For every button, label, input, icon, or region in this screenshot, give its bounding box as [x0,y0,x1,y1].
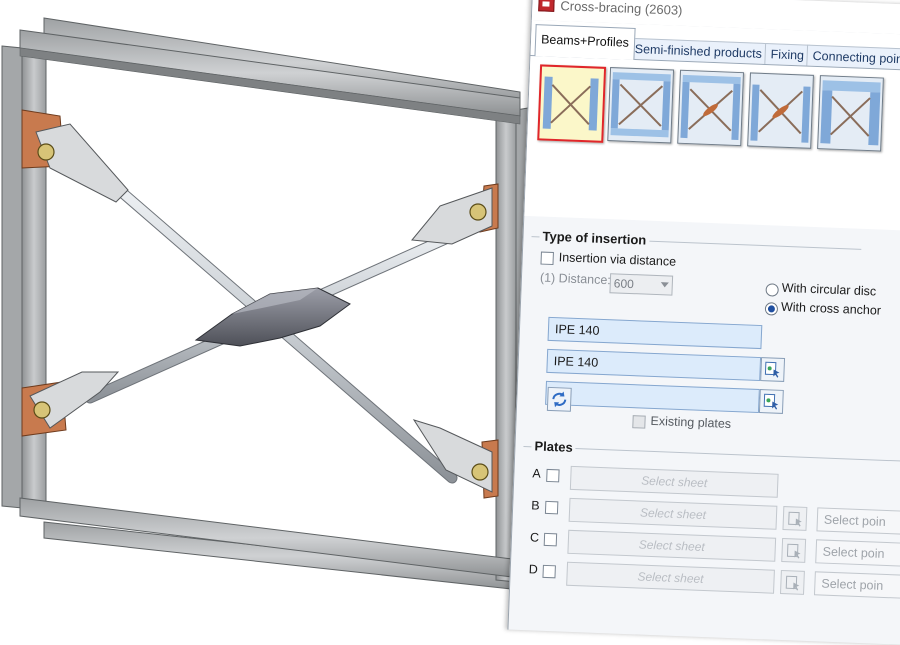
plates-group-title: Plates [531,438,577,456]
pick-sheet-icon [788,511,802,527]
plate-a-sheet-field[interactable]: Select sheet [569,465,779,498]
tab-fixing[interactable]: Fixing [764,42,811,66]
plate-c-sheet-field[interactable]: Select sheet [567,529,777,562]
insertion-via-distance-label: Insertion via distance [558,250,677,269]
existing-plates-label: Existing plates [650,413,732,431]
bracing-variant-icon [680,74,741,141]
plate-d-point-field[interactable]: Select poin [813,571,900,599]
pick-profile-icon [763,393,779,410]
circular-disc-label: With circular disc [781,280,877,299]
bracing-variant-icon [820,80,881,146]
pick-profile-button-1[interactable] [760,357,786,382]
plate-d-pick-button[interactable] [779,569,805,595]
profile-field-1[interactable]: IPE 140 [547,316,763,350]
pin-top-left [37,143,55,161]
existing-plates-checkbox[interactable] [632,415,646,429]
plate-letter-a: A [532,466,542,481]
tab-beams-profiles[interactable]: Beams+Profiles [534,24,636,60]
fork-head-top-left [35,123,129,203]
variant-thumbnail-2[interactable] [607,67,675,144]
plate-d-sheet-field[interactable]: Select sheet [566,561,775,594]
dialog-title: Cross-bracing (2603) [560,0,683,18]
pin-bottom-right [471,463,489,481]
plate-b-checkbox[interactable] [544,500,559,515]
variant-thumbnail-1[interactable] [537,64,607,143]
refresh-icon [552,391,567,408]
cross-bracing-dialog: Cross-bracing (2603) Beams+Profiles Semi… [507,0,900,645]
pick-sheet-icon [785,575,800,591]
insertion-group-title: Type of insertion [539,228,650,248]
pin-top-right [469,203,487,221]
variant-thumbnail-5[interactable] [817,75,884,152]
profile-field-3[interactable] [545,380,760,414]
group-divider [523,446,900,463]
circular-disc-radio[interactable] [765,283,779,297]
bracing-variant-icon [610,72,671,138]
plate-b-point-field[interactable]: Select poin [816,507,900,535]
bracing-variant-icon [542,76,599,131]
variant-gallery [524,54,900,232]
variant-thumbnail-4[interactable] [747,72,814,149]
top-beam [19,29,521,117]
variant-thumbnail-3[interactable] [677,69,745,147]
profile-field-2[interactable]: IPE 140 [546,348,762,382]
pick-profile-icon [764,361,780,378]
pick-sheet-icon [786,543,801,559]
pin-bottom-left [33,401,51,419]
bracing-variant-icon [750,84,811,143]
plate-letter-d: D [528,562,539,577]
chevron-down-icon [660,282,669,288]
plate-c-point-field[interactable]: Select poin [815,539,900,567]
distance-combo[interactable]: 600 [609,273,674,296]
cross-anchor-label: With cross anchor [780,299,882,318]
swap-profiles-button[interactable] [546,386,572,412]
plate-c-checkbox[interactable] [543,532,558,547]
plate-letter-c: C [529,530,540,545]
distance-value: 600 [613,276,635,292]
insertion-via-distance-checkbox[interactable] [540,251,554,266]
pick-profile-button-2[interactable] [758,389,784,414]
plate-a-checkbox[interactable] [546,468,560,483]
plate-b-sheet-field[interactable]: Select sheet [568,497,778,530]
app-icon [538,0,555,12]
left-column-flange [1,45,23,509]
plate-c-pick-button[interactable] [781,538,807,563]
cross-anchor-radio[interactable] [764,302,779,316]
plate-letter-b: B [530,498,540,513]
distance-label: (1) Distance: [539,270,612,288]
plate-b-pick-button[interactable] [782,506,808,531]
plate-d-checkbox[interactable] [542,564,556,579]
